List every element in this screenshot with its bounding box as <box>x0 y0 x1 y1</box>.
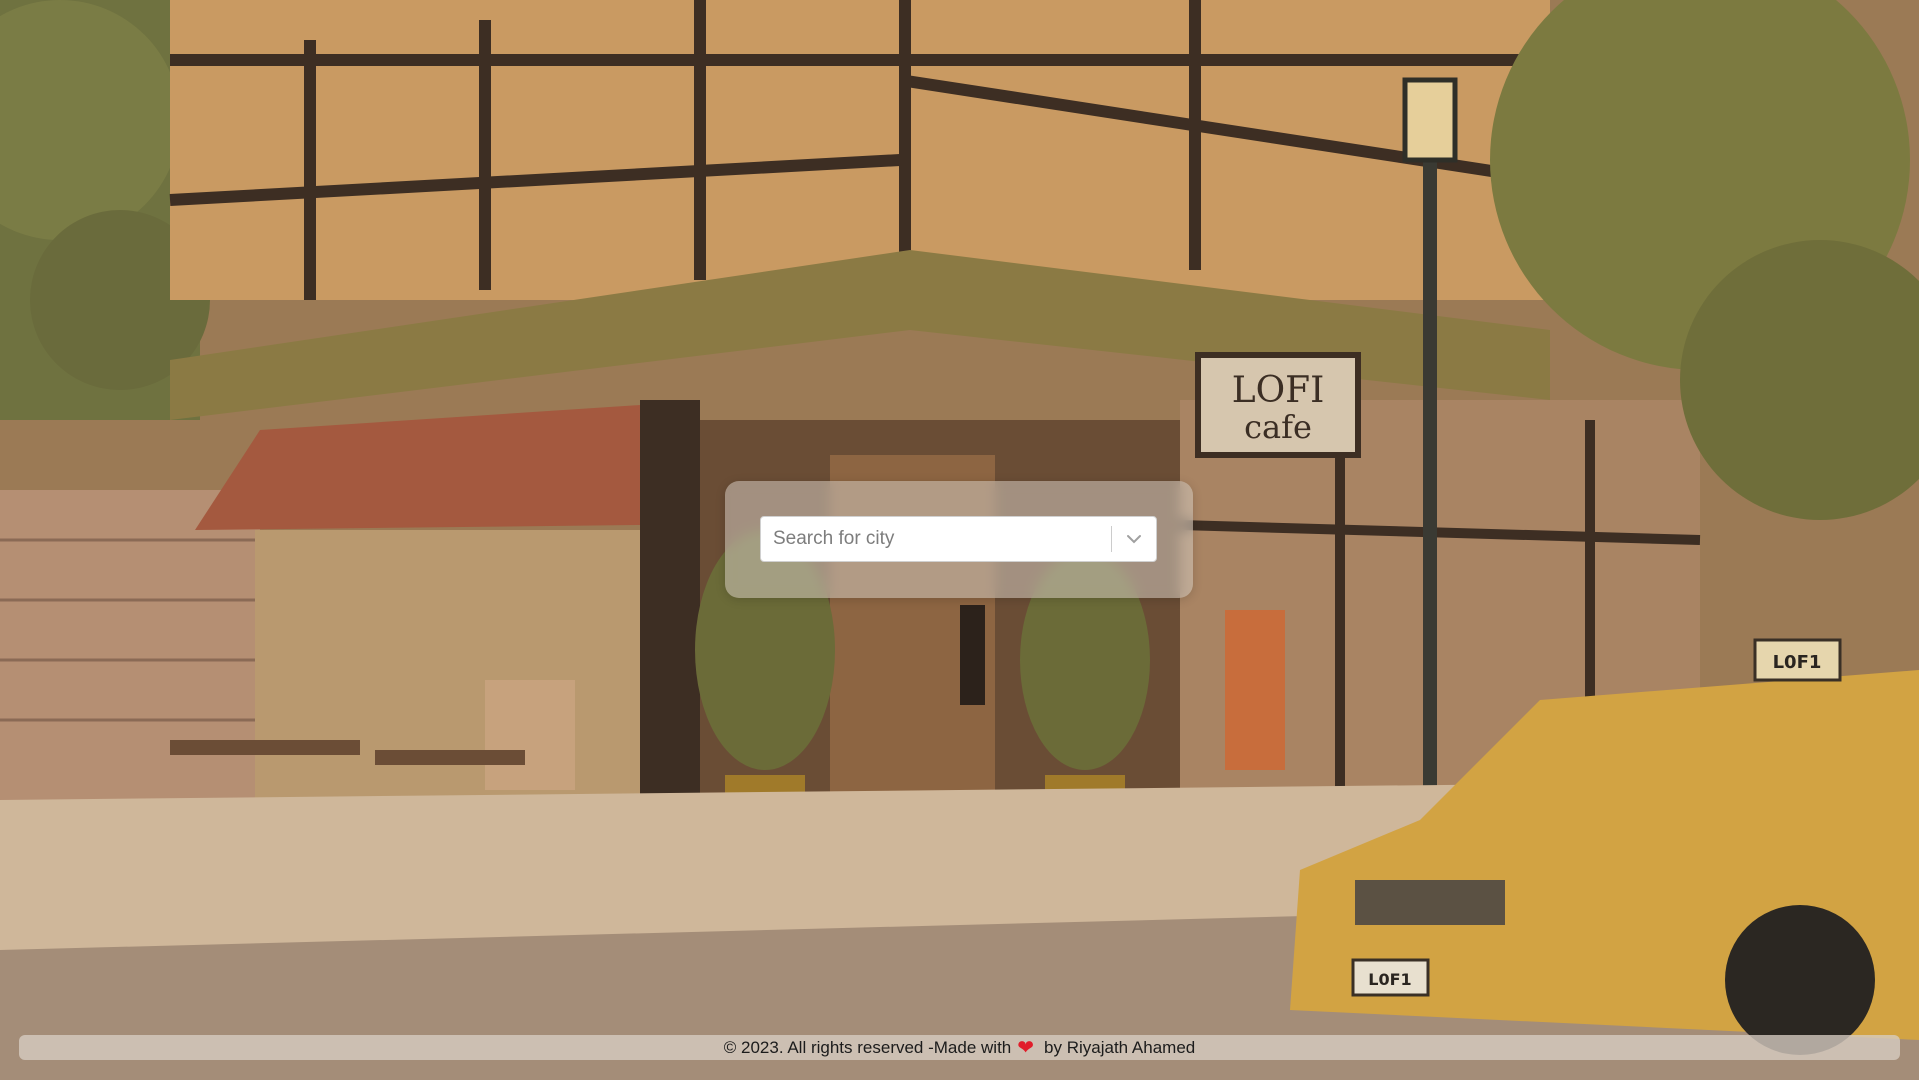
search-card <box>725 481 1193 598</box>
footer-bar: © 2023. All rights reserved -Made with ❤… <box>19 1035 1900 1060</box>
dropdown-toggle-button[interactable] <box>1112 517 1156 561</box>
footer-copyright: © 2023. All rights reserved -Made with <box>723 1037 1012 1057</box>
footer-author: by Riyajath Ahamed <box>1044 1037 1196 1057</box>
sign-text-lofi: LOFI <box>1232 370 1325 411</box>
heart-icon: ❤ <box>1017 1036 1035 1059</box>
chevron-down-icon <box>1127 535 1141 544</box>
city-search-input[interactable] <box>761 517 1111 561</box>
taxi-plate: L0F1 <box>1368 970 1411 989</box>
taxi-roof-sign: L0F1 <box>1773 652 1822 673</box>
city-search-select[interactable] <box>760 516 1157 562</box>
sign-text-cafe: cafe <box>1244 408 1312 446</box>
